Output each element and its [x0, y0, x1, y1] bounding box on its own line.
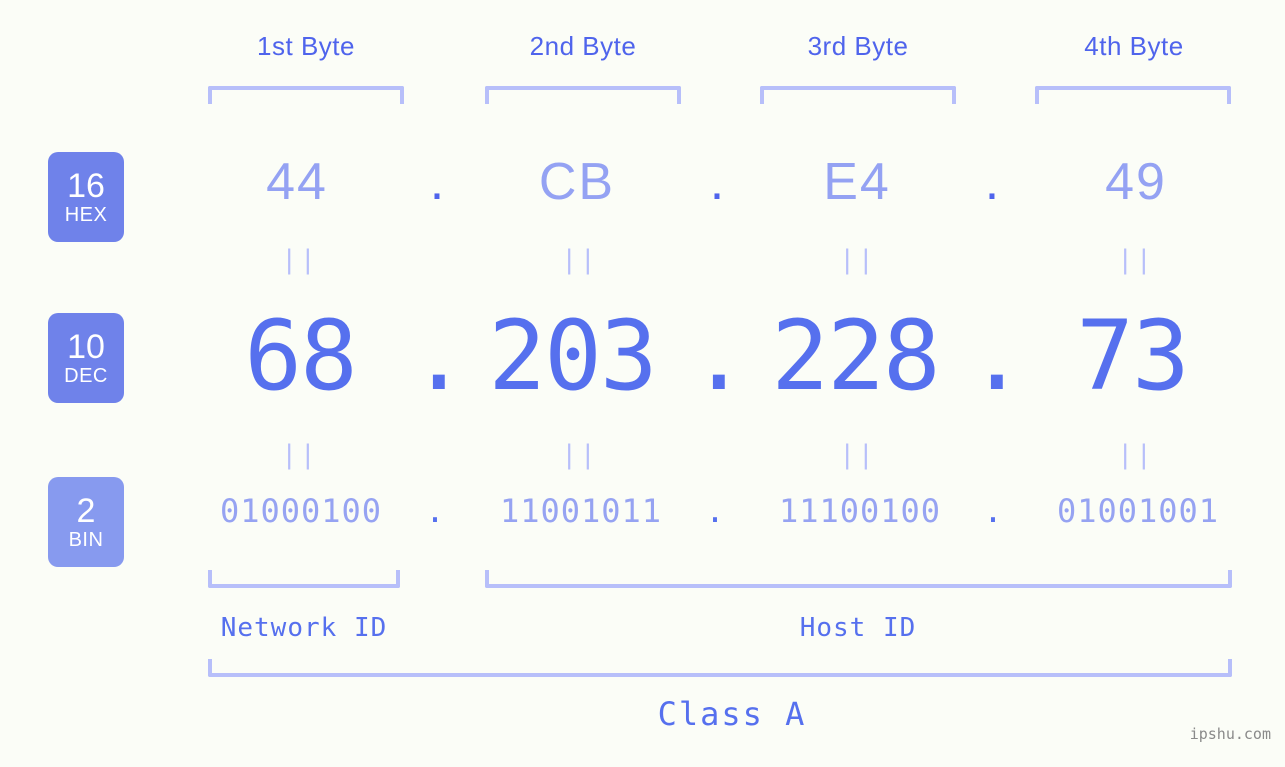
watermark: ipshu.com [1189, 725, 1271, 743]
bin-byte-3: 11100100 [778, 492, 942, 530]
ip-address-breakdown-diagram: 1st Byte 2nd Byte 3rd Byte 4th Byte 16 H… [0, 0, 1285, 767]
equals-mark-dec-bin-1: || [281, 440, 319, 470]
dec-separator-1: . [410, 300, 468, 412]
dec-separator-2: . [690, 300, 748, 412]
byte-bracket-1 [208, 86, 404, 104]
byte-bracket-4 [1035, 86, 1231, 104]
host-id-label: Host ID [799, 613, 917, 643]
class-bracket [208, 659, 1232, 677]
equals-mark-hex-dec-2: || [561, 245, 599, 275]
base-badge-bin-label: BIN [68, 529, 104, 551]
dec-byte-2: 203 [488, 300, 657, 412]
byte-header-3: 3rd Byte [807, 31, 909, 61]
equals-mark-hex-dec-3: || [839, 245, 877, 275]
bin-byte-4: 01001001 [1056, 492, 1220, 530]
dec-byte-3: 228 [771, 300, 940, 412]
byte-header-1: 1st Byte [257, 31, 355, 61]
base-badge-bin-number: 2 [76, 492, 96, 530]
hex-byte-1: 44 [266, 153, 328, 211]
bin-byte-2: 11001011 [499, 492, 663, 530]
base-badge-dec: 10 DEC [48, 313, 124, 403]
byte-header-2: 2nd Byte [529, 31, 637, 61]
byte-header-4: 4th Byte [1084, 31, 1184, 61]
class-label: Class A [657, 695, 807, 733]
base-badge-dec-number: 10 [67, 328, 105, 366]
hex-separator-1: . [429, 153, 445, 211]
hex-byte-2: CB [538, 153, 616, 211]
dec-byte-4: 73 [1076, 300, 1190, 412]
base-badge-dec-label: DEC [64, 365, 108, 387]
bin-byte-1: 01000100 [219, 492, 383, 530]
equals-mark-hex-dec-4: || [1117, 245, 1155, 275]
bin-separator-2: . [705, 492, 725, 530]
byte-bracket-3 [760, 86, 956, 104]
base-badge-hex-label: HEX [64, 204, 108, 226]
equals-mark-dec-bin-3: || [839, 440, 877, 470]
base-badge-hex-number: 16 [67, 167, 105, 205]
base-badge-bin: 2 BIN [48, 477, 124, 567]
equals-mark-hex-dec-1: || [281, 245, 319, 275]
hex-separator-2: . [709, 153, 725, 211]
equals-mark-dec-bin-2: || [561, 440, 599, 470]
bin-separator-1: . [425, 492, 445, 530]
network-id-bracket [208, 570, 400, 588]
equals-mark-dec-bin-4: || [1117, 440, 1155, 470]
host-id-bracket [485, 570, 1232, 588]
byte-bracket-2 [485, 86, 681, 104]
hex-separator-3: . [984, 153, 1000, 211]
dec-byte-1: 68 [244, 300, 358, 412]
hex-byte-4: 49 [1105, 153, 1167, 211]
dec-separator-3: . [968, 300, 1026, 412]
network-id-label: Network ID [220, 613, 388, 643]
bin-separator-3: . [983, 492, 1003, 530]
hex-byte-3: E4 [823, 153, 891, 211]
base-badge-hex: 16 HEX [48, 152, 124, 242]
